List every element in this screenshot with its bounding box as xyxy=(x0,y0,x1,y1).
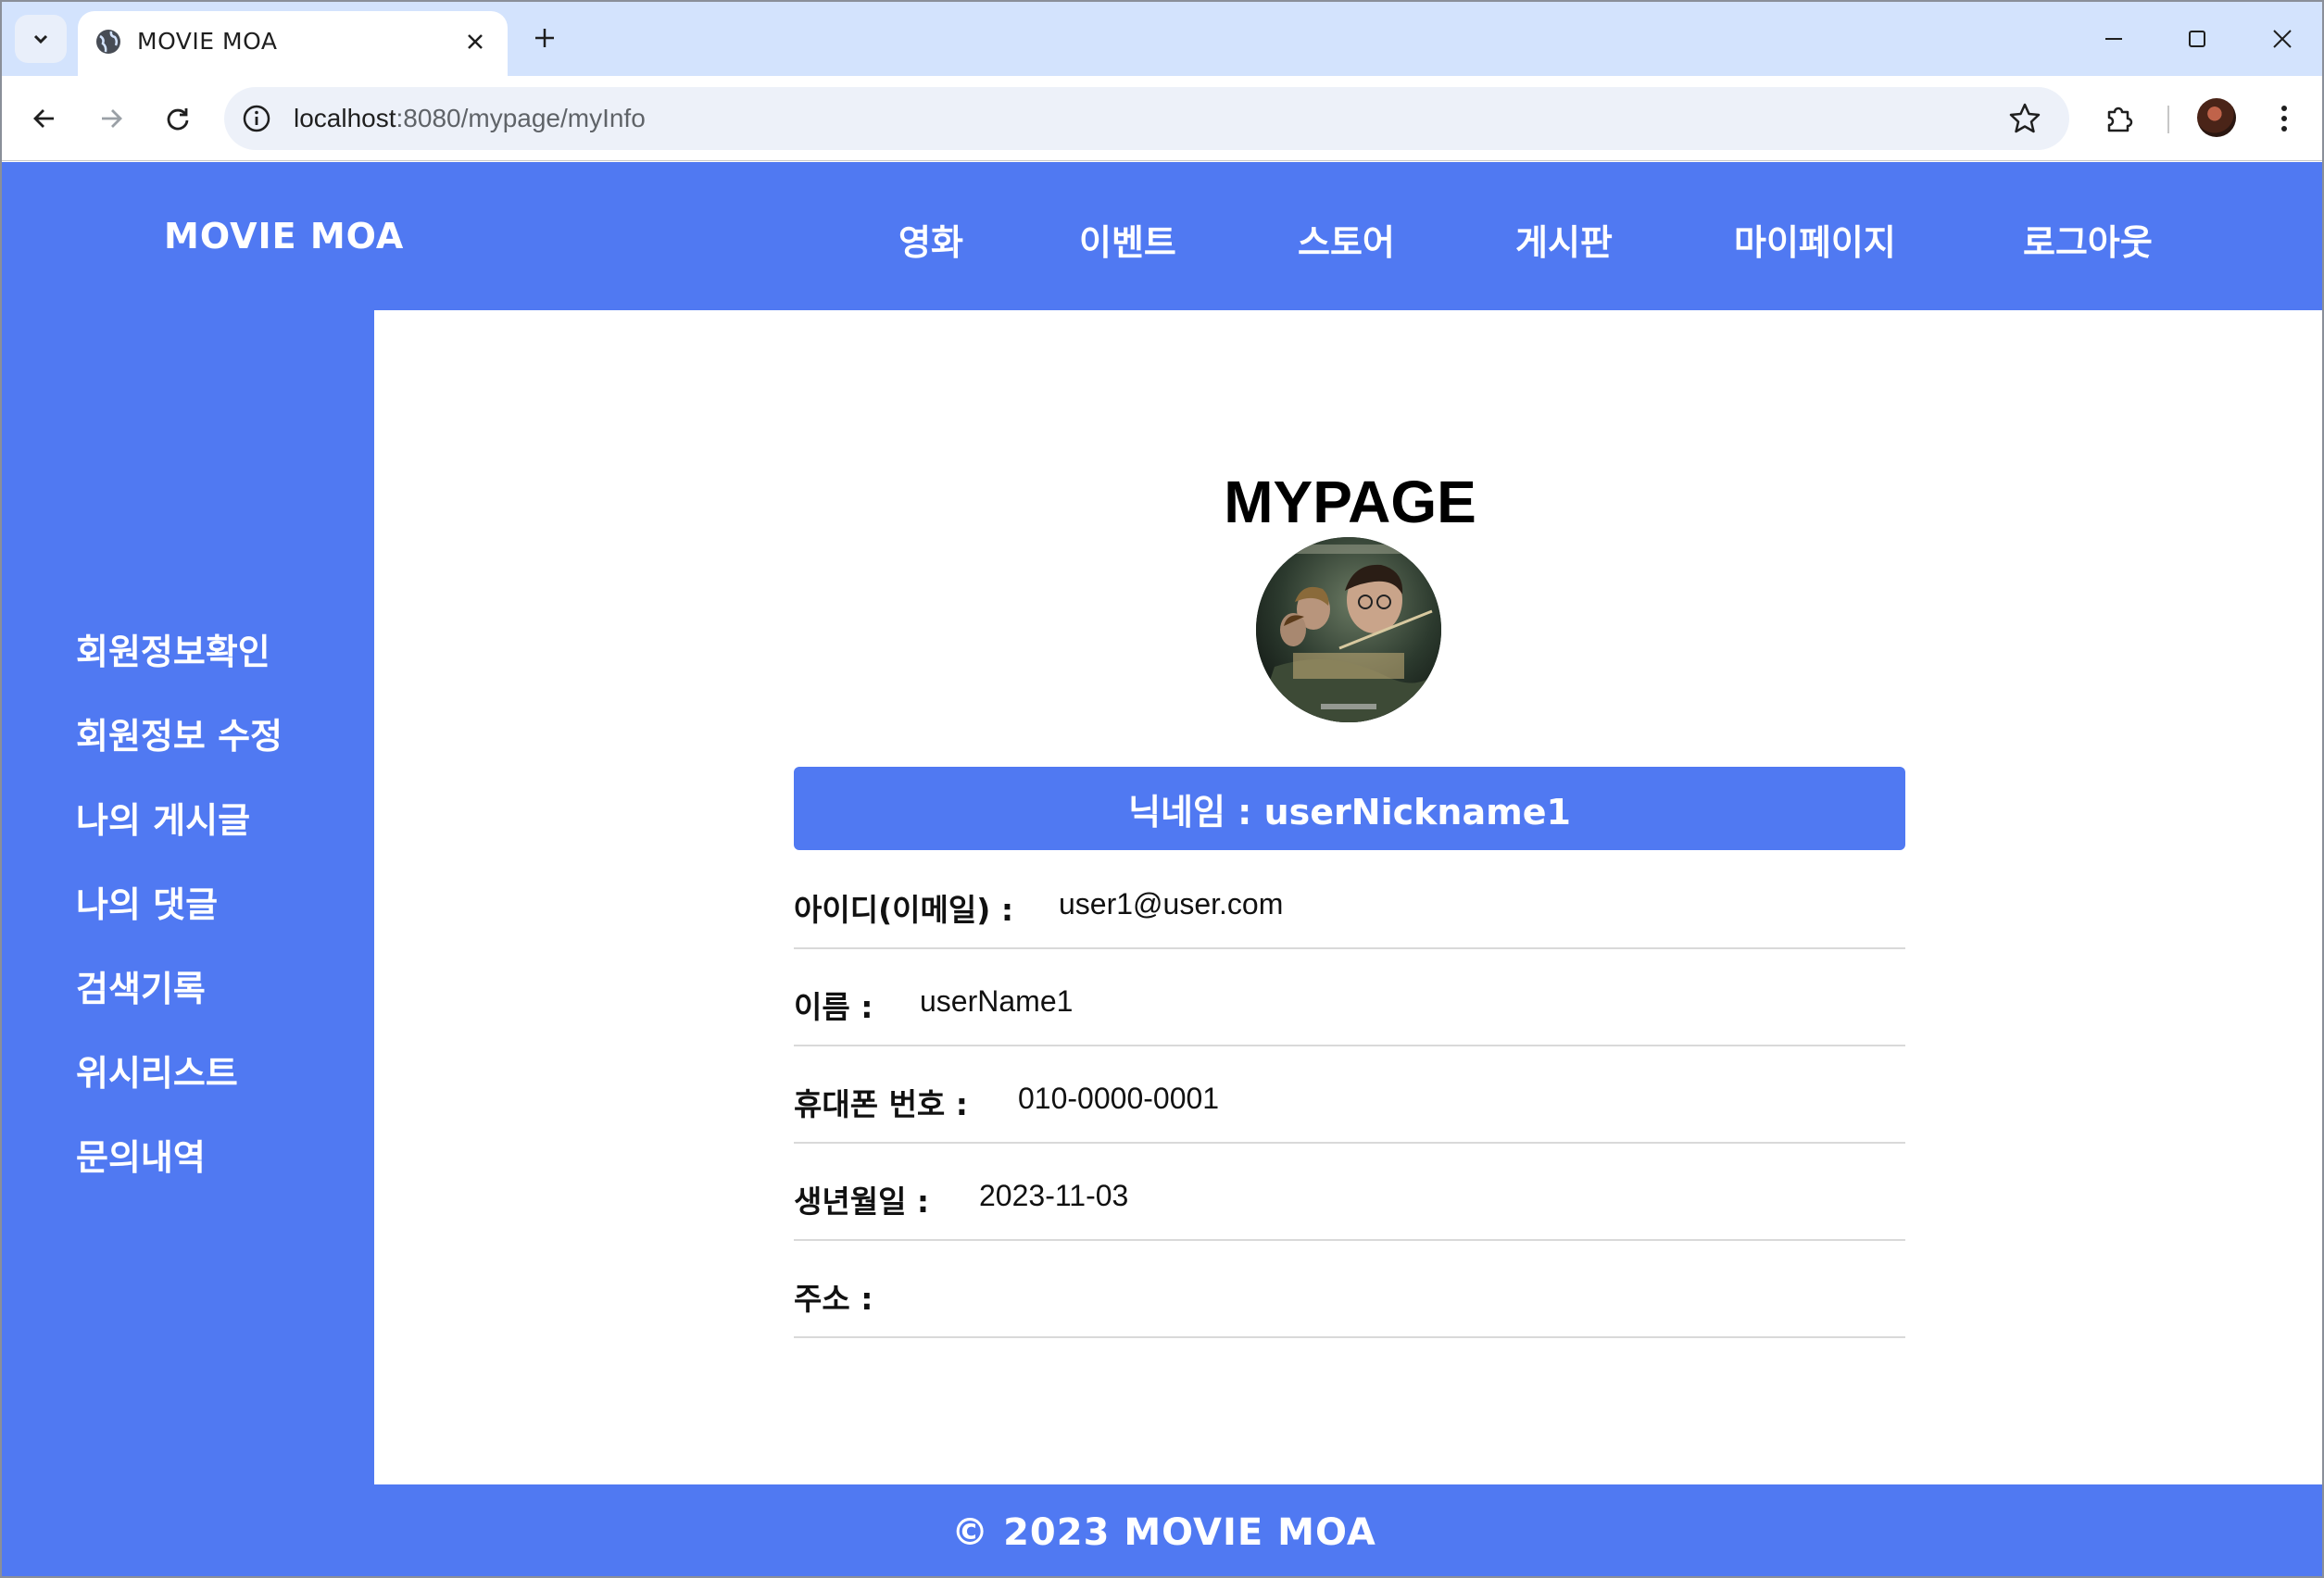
maximize-button[interactable] xyxy=(2169,15,2225,63)
nav-logout[interactable]: 로그아웃 xyxy=(2023,214,2153,265)
web-page: MOVIE MOA 영화 이벤트 스토어 게시판 마이페이지 로그아웃 회원정보… xyxy=(2,162,2322,1576)
tab-strip: MOVIE MOA xyxy=(2,2,2322,76)
star-icon[interactable] xyxy=(2008,102,2041,135)
minimize-button[interactable] xyxy=(2086,15,2142,63)
globe-icon xyxy=(96,30,120,54)
site-footer: © 2023 MOVIE MOA xyxy=(2,1484,2322,1576)
sidebar-item-wishlist[interactable]: 위시리스트 xyxy=(76,1045,238,1096)
info-row-birthdate: 생년월일 : 2023-11-03 xyxy=(794,1144,1905,1241)
tab-search-icon xyxy=(33,34,48,44)
sidebar-item-inquiries[interactable]: 문의내역 xyxy=(76,1129,206,1180)
info-row-email: 아이디(이메일) : user1@user.com xyxy=(794,852,1905,949)
profile-avatar[interactable] xyxy=(2197,98,2236,137)
maximize-icon xyxy=(2189,31,2205,47)
address-bar[interactable]: localhost:8080/mypage/myInfo xyxy=(224,87,2069,150)
site-header: MOVIE MOA 영화 이벤트 스토어 게시판 마이페이지 로그아웃 xyxy=(2,162,2322,310)
name-value: userName1 xyxy=(920,984,1074,1018)
footer-copyright: © 2023 MOVIE MOA xyxy=(951,1510,1376,1554)
sidebar-item-member-info[interactable]: 회원정보확인 xyxy=(76,623,270,674)
sidebar-item-my-comments[interactable]: 나의 댓글 xyxy=(76,876,218,927)
movie-poster-image xyxy=(1256,537,1441,722)
sidebar-item-search-history[interactable]: 검색기록 xyxy=(76,960,206,1011)
nav-mypage[interactable]: 마이페이지 xyxy=(1734,214,1896,265)
reload-button[interactable] xyxy=(154,94,202,143)
nav-event[interactable]: 이벤트 xyxy=(1079,214,1176,265)
birthdate-value: 2023-11-03 xyxy=(979,1179,1129,1212)
sidebar-item-my-posts[interactable]: 나의 게시글 xyxy=(76,792,250,843)
kebab-menu-icon xyxy=(2281,106,2287,132)
main-content: MYPAGE 닉네임: userNickname1 아이디(이메일): us… xyxy=(374,310,2322,1484)
back-button[interactable] xyxy=(20,94,69,143)
info-row-phone: 휴대폰 번호 : 010-0000-0001 xyxy=(794,1046,1905,1144)
page-title: MYPAGE xyxy=(1224,469,1476,535)
email-label: 아이디(이메일) : xyxy=(794,892,1014,928)
nickname-banner: 닉네임 : userNickname1 xyxy=(794,767,1905,850)
reload-icon xyxy=(167,108,189,131)
browser-menu-button[interactable] xyxy=(2266,96,2303,141)
address-label: 주소 : xyxy=(794,1281,873,1317)
email-value: user1@user.com xyxy=(1059,887,1284,920)
tab-title: MOVIE MOA xyxy=(137,28,278,55)
tab-close-button[interactable] xyxy=(459,26,491,57)
nav-movie[interactable]: 영화 xyxy=(898,214,963,265)
forward-button[interactable] xyxy=(87,94,135,143)
close-icon xyxy=(2273,30,2292,48)
browser-toolbar: localhost:8080/mypage/myInfo xyxy=(2,76,2322,161)
phone-value: 010-0000-0001 xyxy=(1018,1082,1220,1115)
plus-icon xyxy=(535,29,554,47)
mypage-sidebar: 회원정보확인 회원정보 수정 나의 게시글 나의 댓글 검색기록 위시리스트 문… xyxy=(2,310,372,1486)
extensions-button[interactable] xyxy=(2097,96,2142,141)
window-close-button[interactable] xyxy=(2255,15,2310,63)
new-tab-button[interactable] xyxy=(525,19,564,57)
close-icon xyxy=(468,34,483,49)
nav-store[interactable]: 스토어 xyxy=(1298,214,1395,265)
sidebar-item-edit-info[interactable]: 회원정보 수정 xyxy=(76,708,283,758)
url-text[interactable]: localhost:8080/mypage/myInfo xyxy=(294,104,646,133)
profile-image xyxy=(1256,537,1441,722)
info-row-address: 주소 : xyxy=(794,1241,1905,1338)
info-icon[interactable] xyxy=(241,103,272,134)
url-path: :8080/mypage/myInfo xyxy=(396,104,646,132)
birthdate-label: 생년월일 : xyxy=(794,1184,930,1220)
nav-board[interactable]: 게시판 xyxy=(1515,214,1613,265)
browser-window: MOVIE MOA localhost:8080/mypage/myInfo M… xyxy=(0,0,2324,1578)
forward-icon xyxy=(102,109,122,128)
minimize-icon xyxy=(2105,38,2122,40)
phone-label: 휴대폰 번호 : xyxy=(794,1086,968,1122)
browser-tab[interactable]: MOVIE MOA xyxy=(78,11,508,76)
site-logo[interactable]: MOVIE MOA xyxy=(164,216,404,257)
url-host: localhost xyxy=(294,104,396,132)
extensions-icon xyxy=(2107,106,2133,132)
info-row-name: 이름 : userName1 xyxy=(794,949,1905,1046)
back-icon xyxy=(33,109,54,128)
tab-search-button[interactable] xyxy=(15,15,67,63)
toolbar-separator xyxy=(2167,106,2169,133)
name-label: 이름 : xyxy=(794,989,873,1025)
